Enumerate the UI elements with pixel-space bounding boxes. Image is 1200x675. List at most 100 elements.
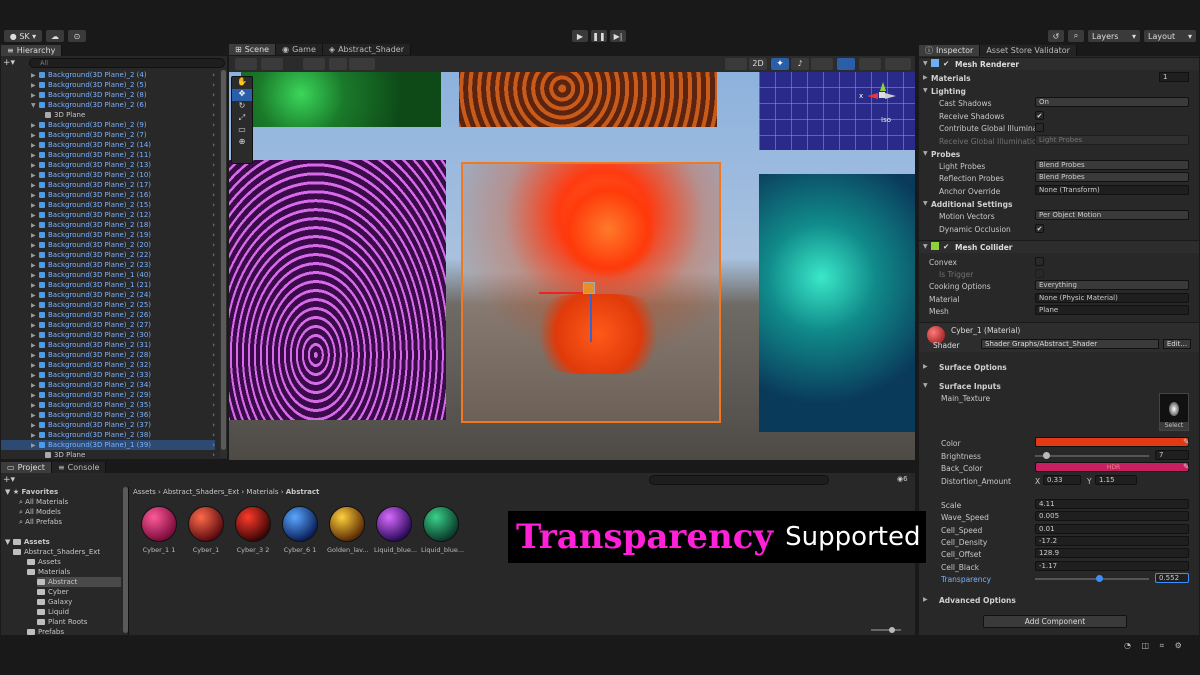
row-expand-arrow-icon[interactable]: › — [212, 230, 215, 240]
project-folder[interactable]: Abstract — [37, 577, 121, 587]
distortion-y-field[interactable]: 1.15 — [1095, 475, 1137, 485]
row-expand-arrow-icon[interactable]: › — [212, 350, 215, 360]
draw-mode-dropdown[interactable] — [235, 58, 257, 70]
hierarchy-row[interactable]: ▶ Background(3D Plane)_2 (24) › — [1, 290, 215, 300]
material-asset[interactable]: Liquid_blue... — [374, 506, 417, 554]
cell-speed-field[interactable]: 0.01 — [1035, 524, 1189, 534]
hierarchy-row[interactable]: ▶ Background(3D Plane)_2 (32) › — [1, 360, 215, 370]
row-expand-arrow-icon[interactable]: › — [212, 380, 215, 390]
hierarchy-row[interactable]: ▶ Background(3D Plane)_2 (34) › — [1, 380, 215, 390]
add-icon[interactable]: +▾ — [3, 58, 15, 68]
rotate-tool-icon[interactable]: ↻ — [232, 101, 252, 113]
hierarchy-row[interactable]: ▶ Background(3D Plane)_2 (12) › — [1, 210, 215, 220]
hierarchy-row[interactable]: ▶ Background(3D Plane)_2 (25) › — [1, 300, 215, 310]
cell-offset-field[interactable]: 128.9 — [1035, 548, 1189, 558]
row-expand-arrow-icon[interactable]: › — [212, 440, 215, 450]
row-expand-arrow-icon[interactable]: › — [212, 280, 215, 290]
hierarchy-scrollbar[interactable] — [220, 70, 227, 458]
material-header[interactable]: Cyber_1 (Material) Shader Shader Graphs/… — [919, 322, 1199, 352]
row-expand-arrow-icon[interactable]: › — [212, 360, 215, 370]
hierarchy-row[interactable]: ▶ Background(3D Plane)_2 (38) › — [1, 430, 215, 440]
tab-asset-store-validator[interactable]: Asset Store Validator — [980, 45, 1077, 56]
hierarchy-row[interactable]: ▶ Background(3D Plane)_2 (19) › — [1, 230, 215, 240]
row-expand-arrow-icon[interactable]: › — [212, 340, 215, 350]
hidden-packages-count[interactable]: ◉6 — [897, 475, 908, 483]
render-mode-dropdown[interactable] — [261, 58, 283, 70]
surface-inputs-foldout[interactable]: ▼ Surface Inputs — [919, 380, 1199, 392]
row-expand-arrow-icon[interactable]: › — [212, 290, 215, 300]
mesh-collider-enabled-checkbox[interactable]: ✔ — [943, 242, 949, 251]
layers-dropdown[interactable]: Layers ▾ — [1088, 30, 1140, 42]
dynamic-occlusion-checkbox[interactable]: ✔ — [1035, 224, 1044, 233]
hierarchy-row[interactable]: ▶ Background(3D Plane)_2 (11) › — [1, 150, 215, 160]
hierarchy-row[interactable]: ▶ Background(3D Plane)_2 (10) › — [1, 170, 215, 180]
material-asset[interactable]: Golden_lav... — [327, 506, 369, 554]
brightness-field[interactable]: 7 — [1155, 450, 1189, 460]
surface-options-foldout[interactable]: ▶ Surface Options — [919, 361, 1199, 373]
snap-settings-dropdown[interactable] — [349, 58, 375, 70]
effects-dropdown[interactable] — [811, 58, 833, 70]
row-expand-arrow-icon[interactable]: › — [212, 160, 215, 170]
hierarchy-row[interactable]: ▶ Background(3D Plane)_2 (37) › — [1, 420, 215, 430]
row-expand-arrow-icon[interactable]: › — [212, 170, 215, 180]
tab-console[interactable]: ≡ Console — [51, 462, 107, 473]
hierarchy-row[interactable]: ▶ Background(3D Plane)_2 (20) › — [1, 240, 215, 250]
cell-density-field[interactable]: -17.2 — [1035, 536, 1189, 546]
brightness-slider-track[interactable] — [1035, 455, 1149, 457]
cast-shadows-dropdown[interactable]: On — [1035, 97, 1189, 107]
row-expand-arrow-icon[interactable]: › — [212, 100, 215, 110]
row-expand-arrow-icon[interactable]: › — [212, 260, 215, 270]
mesh-collider-header[interactable]: ▼ ✔ Mesh Collider — [919, 240, 1199, 253]
back-color-picker-swatch[interactable]: HDR — [1035, 462, 1189, 472]
hierarchy-row[interactable]: ▶ Background(3D Plane)_2 (13) › — [1, 160, 215, 170]
x-axis-handle[interactable] — [539, 292, 583, 294]
favorite-item[interactable]: ⌕ All Models — [19, 507, 61, 517]
hierarchy-row[interactable]: ▶ Background(3D Plane)_2 (30) › — [1, 330, 215, 340]
cooking-options-dropdown[interactable]: Everything — [1035, 280, 1189, 290]
breadcrumb-item[interactable]: Assets — [133, 488, 156, 496]
brightness-slider-thumb[interactable] — [1042, 452, 1050, 459]
transform-tool-icon[interactable]: ⊕ — [232, 137, 252, 149]
row-expand-arrow-icon[interactable]: › — [212, 70, 215, 80]
light-probes-dropdown[interactable]: Blend Probes — [1035, 160, 1189, 170]
row-expand-arrow-icon[interactable]: › — [212, 390, 215, 400]
back-eyedropper-icon[interactable]: ✎ — [1183, 462, 1189, 471]
purple-shader-plane[interactable] — [229, 160, 446, 420]
hierarchy-row[interactable]: ▶ Background(3D Plane)_2 (29) › — [1, 390, 215, 400]
cloud-icon[interactable]: ☁ — [46, 30, 64, 42]
thumbnail-size-slider[interactable] — [871, 627, 901, 633]
additional-settings-foldout[interactable]: ▼ Additional Settings — [919, 198, 1199, 210]
row-expand-arrow-icon[interactable]: › — [212, 110, 215, 120]
materials-count-field[interactable]: 1 — [1159, 72, 1189, 82]
row-expand-arrow-icon[interactable]: › — [212, 220, 215, 230]
project-folder[interactable]: Plant Roots — [37, 617, 87, 627]
row-expand-arrow-icon[interactable]: › — [212, 200, 215, 210]
mesh-field[interactable]: Plane — [1035, 305, 1189, 315]
hierarchy-row[interactable]: ▶ Background(3D Plane)_2 (28) › — [1, 350, 215, 360]
hierarchy-row[interactable]: ▶ Background(3D Plane)_2 (8) › — [1, 90, 215, 100]
hierarchy-row[interactable]: ▶ Background(3D Plane)_1 (39) › — [1, 440, 215, 450]
row-expand-arrow-icon[interactable]: › — [212, 120, 215, 130]
project-folder[interactable]: Prefabs — [27, 627, 64, 637]
row-expand-arrow-icon[interactable]: › — [212, 400, 215, 410]
hierarchy-row[interactable]: ▶ Background(3D Plane)_2 (22) › — [1, 250, 215, 260]
scale-field[interactable]: 4.11 — [1035, 499, 1189, 509]
hierarchy-row[interactable]: ▶ Background(3D Plane)_2 (17) › — [1, 180, 215, 190]
scale-tool-icon[interactable]: ⤢ — [232, 113, 252, 125]
motion-vectors-dropdown[interactable]: Per Object Motion — [1035, 210, 1189, 220]
hierarchy-row[interactable]: ▶ Background(3D Plane)_2 (27) › — [1, 320, 215, 330]
selected-abstract-shader-plane[interactable] — [461, 162, 721, 423]
move-handle[interactable] — [583, 282, 595, 294]
project-folder[interactable]: Liquid — [37, 607, 69, 617]
row-expand-arrow-icon[interactable]: › — [212, 150, 215, 160]
row-expand-arrow-icon[interactable]: › — [212, 270, 215, 280]
materials-foldout[interactable]: ▶ Materials 1 — [919, 72, 1199, 84]
row-expand-arrow-icon[interactable]: › — [212, 320, 215, 330]
play-button[interactable]: ▶ — [572, 30, 588, 42]
probes-foldout[interactable]: ▼ Probes — [919, 148, 1199, 160]
hierarchy-row[interactable]: ▶ Background(3D Plane)_1 (40) › — [1, 270, 215, 280]
favorites-folder[interactable]: ▼ ★ Favorites — [5, 487, 58, 497]
row-expand-arrow-icon[interactable]: › — [212, 240, 215, 250]
hierarchy-row[interactable]: ▶ Background(3D Plane)_2 (18) › — [1, 220, 215, 230]
hierarchy-search-input[interactable]: All — [29, 58, 225, 68]
